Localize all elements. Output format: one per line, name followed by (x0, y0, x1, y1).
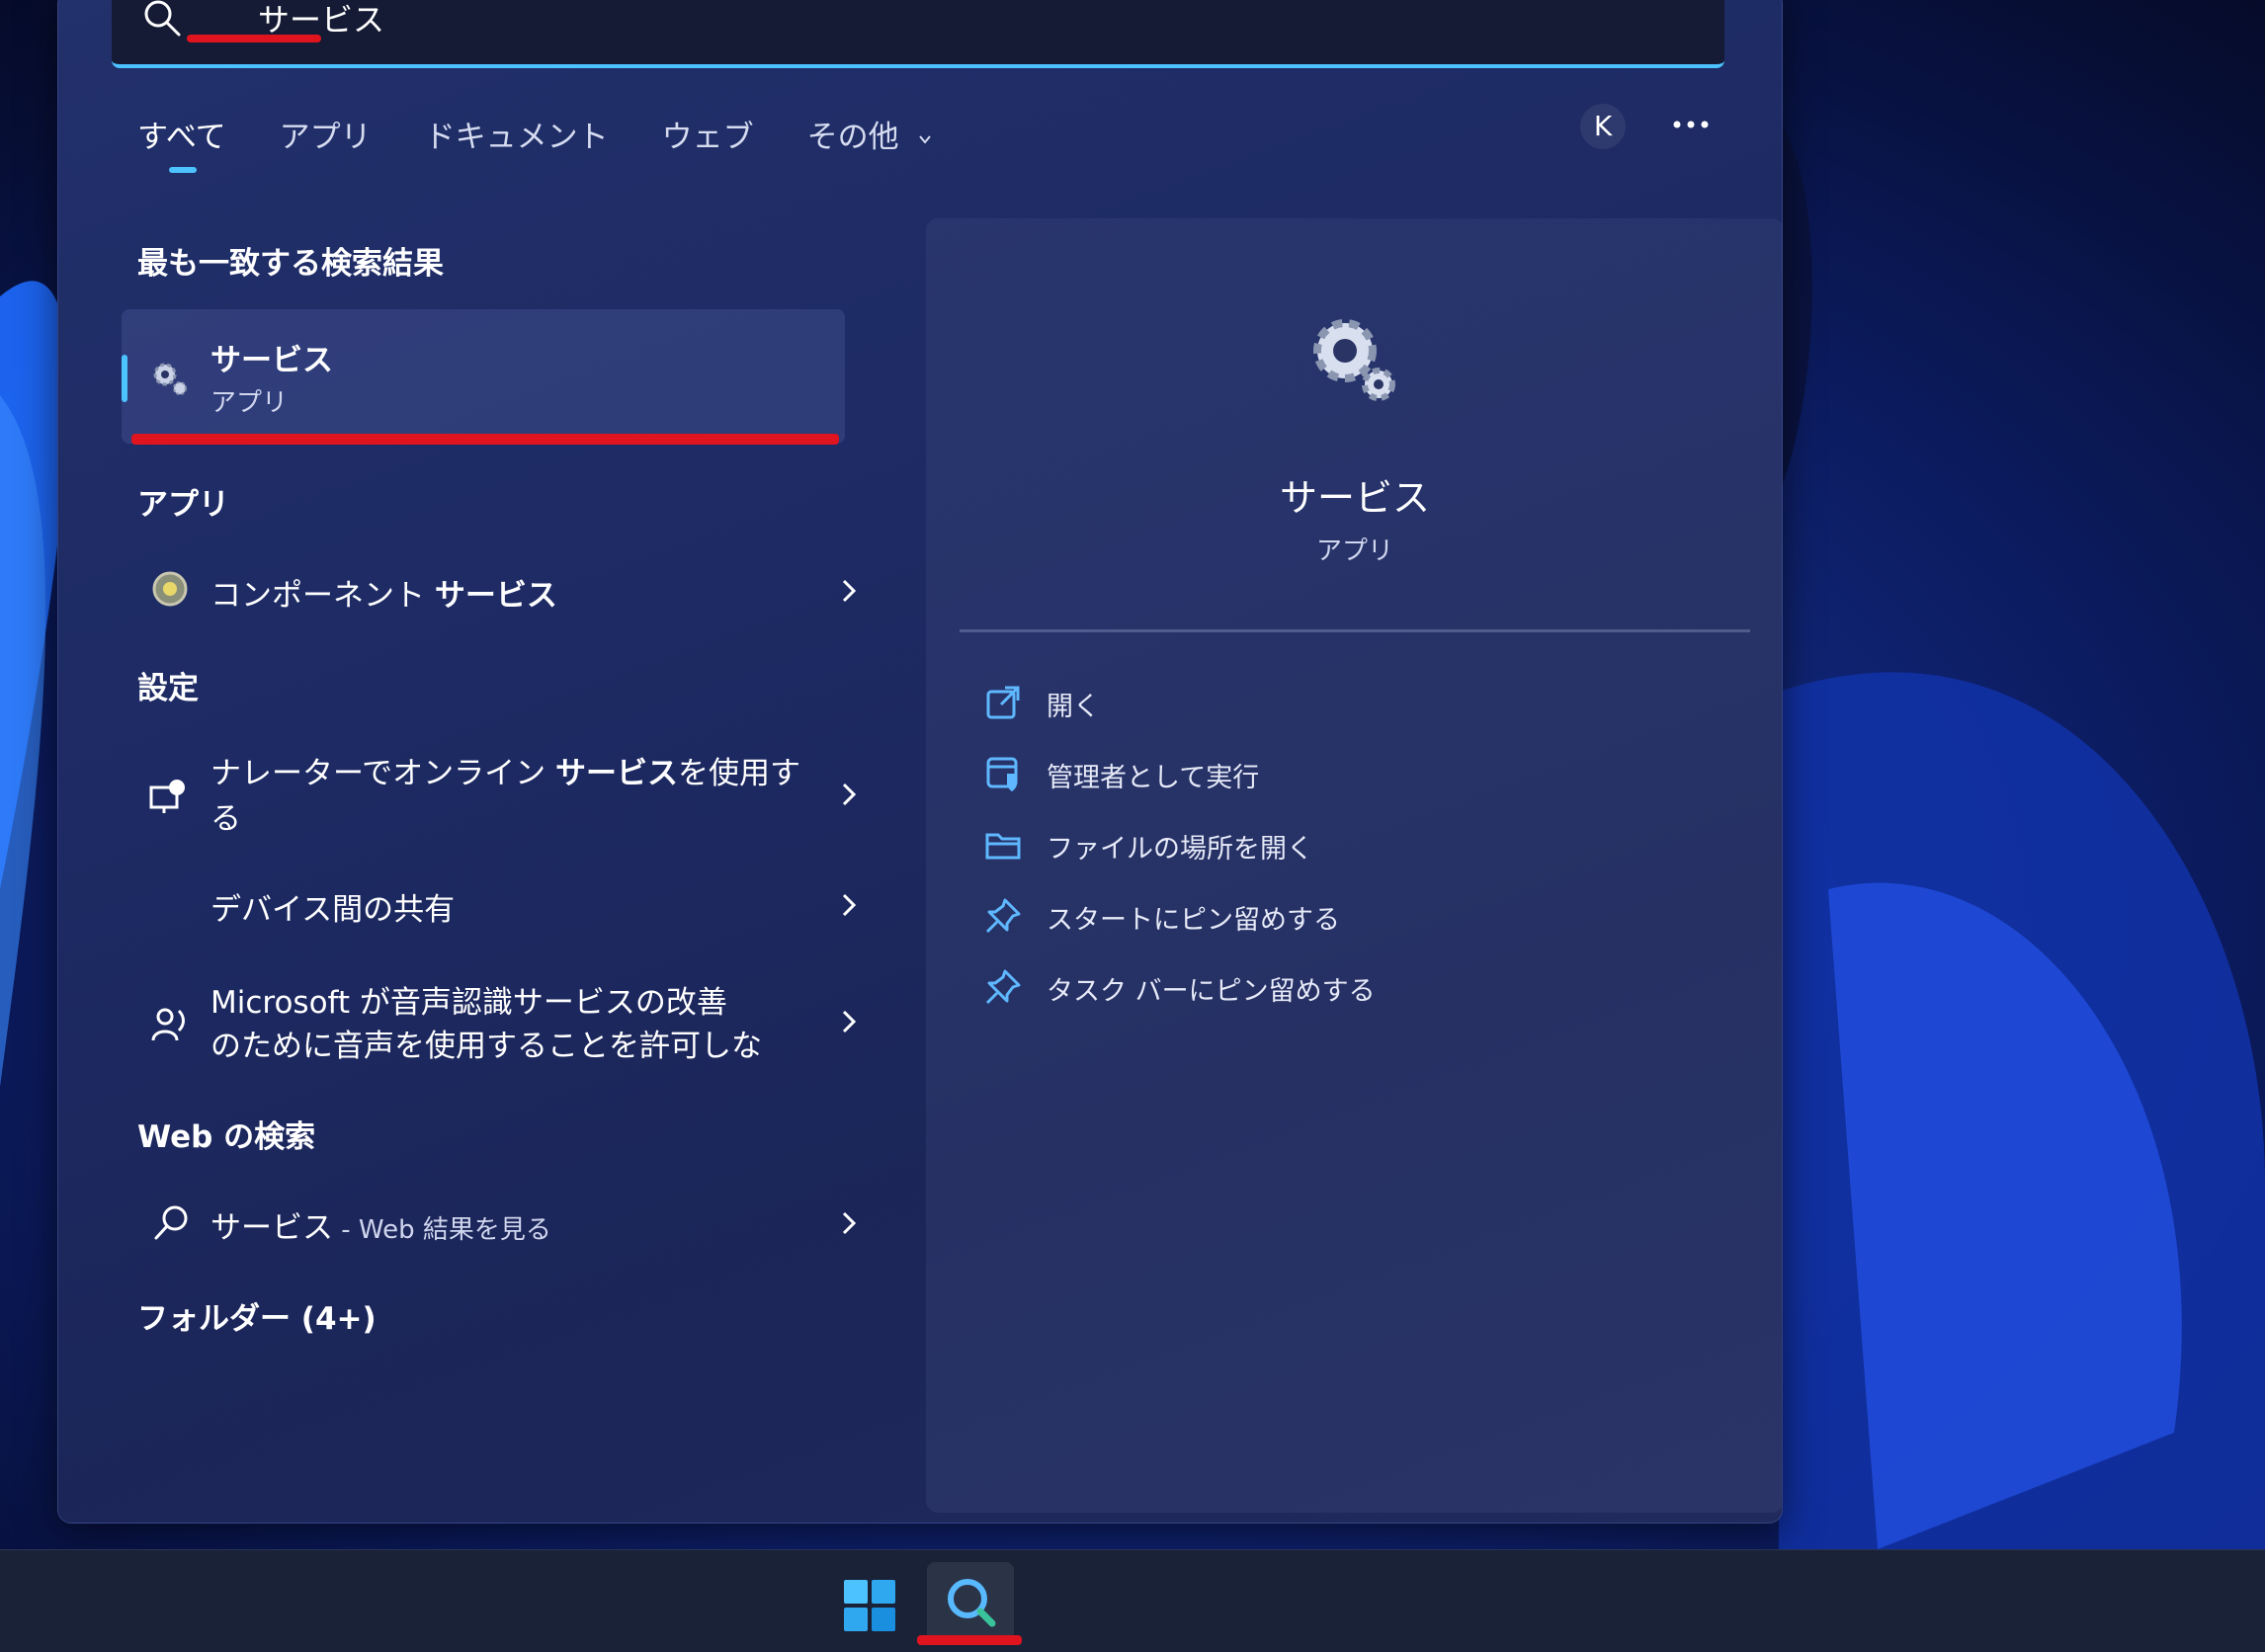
settings-item-label: デバイス間の共有 (210, 892, 456, 928)
settings-item-speech-recognition[interactable]: Microsoft が音声認識サービスの改善 のために音声を使用することを許可し… (122, 969, 857, 1078)
folders-heading[interactable]: フォルダー (4+) (137, 1293, 377, 1338)
best-match-subtitle: アプリ (210, 388, 289, 418)
detail-title: サービス (1279, 476, 1430, 520)
search-box[interactable]: サービス (112, 0, 1724, 68)
label-plain: コンポーネント (210, 578, 435, 614)
action-label: 管理者として実行 (1047, 763, 1260, 793)
filter-tabs: すべて アプリ ドキュメント ウェブ その他 (137, 108, 985, 187)
label-match: サービス (434, 578, 557, 614)
selection-accent (122, 355, 127, 402)
action-pin-to-taskbar[interactable]: タスク バーにピン留めする (983, 959, 1675, 1015)
tab-apps[interactable]: アプリ (280, 108, 372, 187)
best-match-heading: 最も一致する検索結果 (137, 246, 444, 282)
label-plain: ナレーターでオンライン (210, 756, 555, 791)
component-services-icon (152, 571, 188, 607)
windows-start-icon[interactable] (842, 1578, 897, 1633)
action-run-as-admin[interactable]: 管理者として実行 (983, 746, 1675, 801)
action-open-file-location[interactable]: ファイルの場所を開く (983, 817, 1675, 872)
search-icon (144, 0, 181, 37)
services-gear-icon (1313, 319, 1395, 401)
tab-label: すべて (137, 120, 226, 155)
action-label: タスク バーにピン留めする (1047, 976, 1376, 1007)
action-label: スタートにピン留めする (1047, 905, 1340, 936)
taskbar-search-button[interactable] (927, 1562, 1014, 1643)
narrator-icon (149, 780, 185, 813)
chevron-down-icon (919, 134, 932, 144)
settings-item-label-line1: ナレーターでオンライン サービスを使用す (210, 748, 800, 792)
action-pin-to-start[interactable]: スタートにピン留めする (983, 888, 1675, 944)
shield-run-icon (986, 757, 1018, 791)
pin-icon (985, 898, 1021, 934)
chevron-right-icon (842, 893, 857, 917)
settings-heading: 設定 (137, 671, 199, 706)
divider (960, 629, 1750, 632)
settings-item-label-line1: Microsoft が音声認識サービスの改善 (210, 985, 727, 1021)
action-open[interactable]: 開く (983, 675, 1675, 730)
action-label: 開く (1047, 692, 1100, 722)
web-search-item[interactable]: サービス - Web 結果を見る (122, 1187, 857, 1256)
detail-pane: サービス アプリ 開く 管理者として実行 ファイルの場所を開く スタートにピン留… (926, 218, 1782, 1513)
active-tab-indicator (169, 167, 197, 173)
search-icon (948, 1579, 996, 1627)
tab-label: その他 (806, 120, 899, 155)
web-search-label: サービス - Web 結果を見る (210, 1202, 551, 1247)
label-rest: を使用す (678, 756, 800, 791)
web-suffix: - Web 結果を見る (333, 1215, 551, 1245)
settings-item-share-across-devices[interactable]: デバイス間の共有 (122, 870, 857, 940)
settings-item-label-line2: る (210, 801, 241, 837)
chevron-right-icon (842, 1010, 857, 1033)
annotation-underline-query (187, 35, 321, 42)
search-input[interactable]: サービス (258, 0, 851, 41)
web-query: サービス (210, 1210, 333, 1246)
tab-label: アプリ (279, 120, 372, 155)
app-item-component-services[interactable]: コンポーネント サービス (122, 554, 857, 623)
tab-web[interactable]: ウェブ (662, 108, 754, 187)
tab-all[interactable]: すべて (137, 108, 226, 187)
pin-icon (985, 969, 1021, 1005)
label-match: サービス (555, 756, 678, 791)
web-search-heading: Web の検索 (137, 1119, 316, 1155)
search-flyout: サービス すべて アプリ ドキュメント ウェブ その他 K 最も一致する検索結果… (57, 0, 1783, 1524)
taskbar (0, 1549, 2265, 1652)
app-item-label: コンポーネント サービス (210, 570, 557, 615)
chevron-right-icon (842, 579, 857, 603)
tab-documents[interactable]: ドキュメント (425, 108, 609, 187)
detail-subtitle: アプリ (1315, 537, 1393, 566)
search-icon (154, 1205, 188, 1240)
chevron-right-icon (842, 1211, 857, 1235)
chevron-right-icon (842, 783, 857, 806)
best-match-item[interactable]: サービス アプリ (122, 309, 845, 444)
more-options-icon[interactable] (1669, 110, 1713, 139)
settings-item-label-line2: のために音声を使用することを許可しな (210, 1029, 762, 1064)
services-gear-icon (153, 363, 187, 395)
tab-label: ドキュメント (424, 120, 609, 155)
settings-item-narrator-online-services[interactable]: ナレーターでオンライン サービスを使用す る (122, 742, 857, 851)
folder-icon (985, 833, 1021, 860)
annotation-underline-taskbar-search (917, 1635, 1022, 1645)
account-avatar[interactable]: K (1580, 104, 1626, 149)
tab-more[interactable]: その他 (807, 108, 933, 187)
action-label: ファイルの場所を開く (1047, 834, 1313, 865)
apps-heading: アプリ (137, 487, 229, 523)
annotation-underline-best-match (131, 434, 839, 445)
open-external-icon (986, 686, 1020, 719)
best-match-title: サービス (210, 343, 333, 378)
speech-icon (151, 1008, 185, 1041)
tab-label: ウェブ (661, 120, 754, 155)
